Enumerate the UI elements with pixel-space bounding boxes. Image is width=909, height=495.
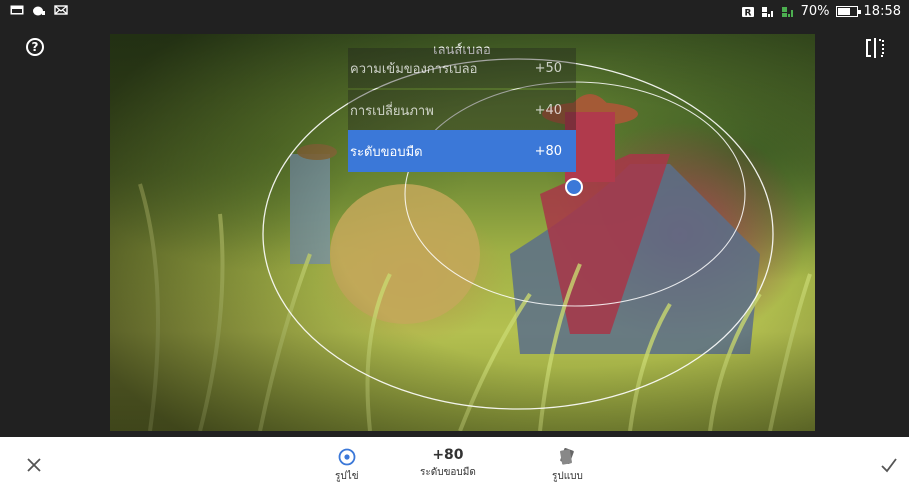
- menu-item-value: +40: [534, 102, 562, 118]
- menu-item-value: +80: [534, 143, 562, 159]
- signal-icon-2: [781, 6, 793, 17]
- menu-item-label: ระดับขอบมืด: [350, 144, 423, 160]
- menu-item-vignette[interactable]: ระดับขอบมืด +80: [348, 130, 576, 172]
- close-icon[interactable]: [24, 455, 44, 475]
- tool-value: +80: [432, 447, 464, 463]
- sim-icon: R: [741, 6, 754, 18]
- menu-item-label: ความเข้มของการเบลอ: [350, 61, 478, 77]
- status-right-icons: R 70% 18:58: [741, 4, 901, 19]
- check-icon[interactable]: [879, 455, 899, 475]
- ellipse-target-icon: [338, 448, 356, 466]
- battery-icon: [835, 6, 861, 17]
- menu-item-transition[interactable]: การเปลี่ยนภาพ +40: [348, 90, 576, 130]
- compare-icon[interactable]: [863, 36, 887, 60]
- menu-item-label: การเปลี่ยนภาพ: [350, 103, 434, 119]
- center-handle[interactable]: [565, 178, 583, 196]
- tool-parameter[interactable]: +80 ระดับขอบมืด: [420, 447, 476, 480]
- bottom-toolbar: รูปไข่ +80 ระดับขอบมืด รูปแบบ: [0, 437, 909, 495]
- photo-editor-screen: R 70% 18:58 ? เลนส์เบลอ ความเข้มของการเบ…: [0, 0, 909, 495]
- tool-label: รูปแบบ: [552, 471, 583, 482]
- clock: 18:58: [863, 4, 901, 19]
- help-button[interactable]: ?: [26, 38, 44, 56]
- notification-icon: [33, 6, 45, 16]
- status-bar: R 70% 18:58: [0, 0, 909, 26]
- svg-text:R: R: [744, 8, 751, 18]
- menu-item-blur-strength[interactable]: ความเข้มของการเบลอ +50: [348, 48, 576, 88]
- gallery-icon: [10, 5, 24, 15]
- style-cards-icon: [560, 447, 575, 465]
- tool-label: ระดับขอบมืด: [420, 467, 476, 478]
- mail-icon: [54, 5, 68, 15]
- battery-level: [837, 8, 851, 15]
- menu-item-value: +50: [534, 60, 562, 76]
- tool-label: รูปไข่: [335, 471, 359, 482]
- tool-style[interactable]: รูปแบบ: [552, 447, 583, 484]
- tool-ellipse[interactable]: รูปไข่: [335, 447, 359, 484]
- signal-icon: [761, 6, 773, 17]
- help-glyph: ?: [31, 40, 39, 54]
- battery-percent: 70%: [800, 4, 830, 19]
- status-left-icons: [10, 4, 68, 16]
